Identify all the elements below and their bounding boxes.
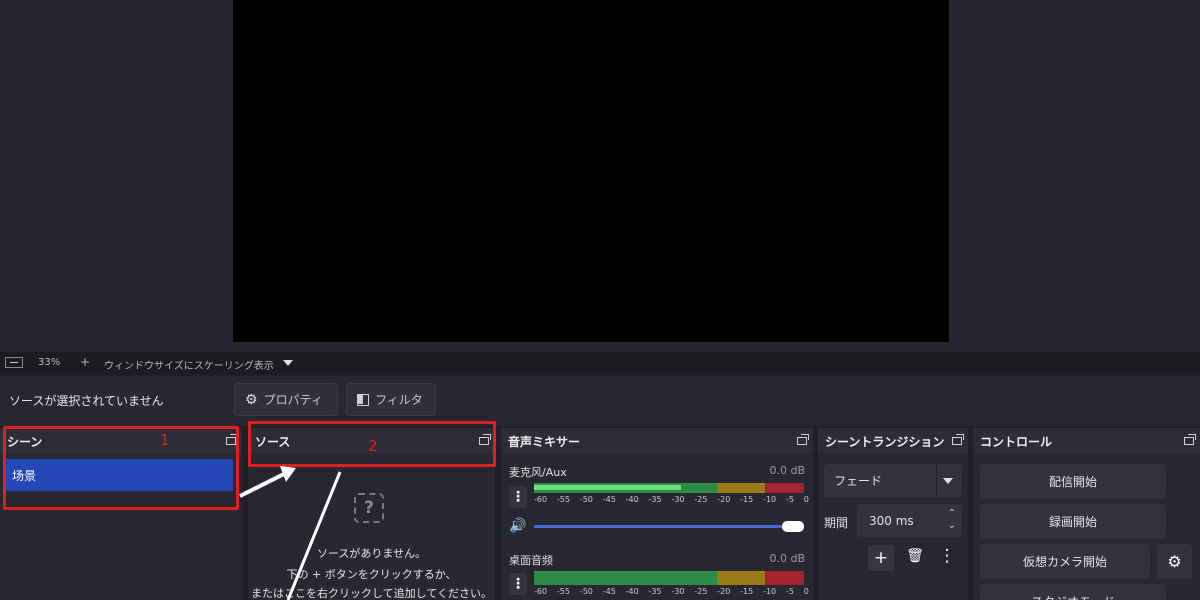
meter-tick-label: -30 (671, 495, 685, 504)
meter-tick-label: -55 (556, 495, 570, 504)
channel-db: 0.0 dB (769, 464, 805, 477)
undock-icon[interactable] (1184, 434, 1196, 445)
filters-button[interactable]: フィルタ (346, 383, 436, 416)
kebab-menu-icon[interactable]: ⋮ (936, 545, 958, 567)
duration-spinbox[interactable]: 300 ms ⌃ ⌄ (857, 504, 962, 537)
meter-tick-label: -60 (534, 587, 548, 596)
channel-name: 麦克风/Aux (509, 466, 567, 479)
meter-tick-label: -55 (556, 587, 570, 596)
add-transition-button[interactable]: + (868, 545, 894, 571)
meter-ticks: -60 -55 -50 -45 -40 -35 -30 -25 -20 -15 -10 -5 0 (534, 495, 809, 504)
controls-title: コントロール (980, 434, 1053, 449)
empty-sources-line3: またはここを右クリックして追加してください。 (250, 587, 492, 600)
duration-label: 期間 (824, 516, 849, 530)
preview-area (0, 0, 1200, 352)
meter-tick-label: -20 (717, 495, 731, 504)
empty-sources-line2: 下の + ボタンをクリックするか、 (286, 568, 457, 581)
trash-icon[interactable]: 🗑 (904, 545, 926, 567)
duration-value: 300 ms (869, 513, 914, 528)
channel-db: 0.0 dB (769, 552, 805, 565)
zoom-in-button[interactable]: + (80, 355, 90, 369)
transition-type: フェード (834, 474, 883, 488)
chevron-down-icon[interactable] (283, 360, 293, 366)
meter-tick-label: -60 (534, 495, 548, 504)
volume-slider-handle[interactable] (782, 521, 804, 532)
preview-canvas[interactable] (233, 0, 949, 342)
studio-mode-button[interactable]: スタジオモード (980, 584, 1166, 600)
chevron-down-icon (943, 478, 953, 484)
meter-tick-label: -45 (602, 495, 616, 504)
meter-ticks: -60 -55 -50 -45 -40 -35 -30 -25 -20 -15 -10 -5 0 (534, 587, 809, 596)
meter-tick-label: -15 (740, 587, 754, 596)
scale-mode-select[interactable]: ウィンドウサイズにスケーリング表示 (104, 357, 274, 372)
meter-tick-label: -35 (648, 495, 662, 504)
zoom-level: 33% (38, 357, 61, 368)
select-divider (936, 464, 937, 497)
mixer-header: 音声ミキサー (501, 428, 813, 454)
start-virtual-camera-button[interactable]: 仮想カメラ開始 (980, 544, 1150, 579)
empty-sources-line1: ソースがありません。 (316, 547, 427, 560)
meter-tick-label: -25 (694, 587, 708, 596)
meter-tick-label: -15 (740, 495, 754, 504)
kebab-menu-icon[interactable]: ⋮ (509, 573, 527, 595)
volume-meter (534, 571, 804, 585)
meter-tick-label: -10 (763, 495, 777, 504)
transitions-header: シーントランジション (818, 428, 968, 454)
meter-tick-label: -25 (694, 495, 708, 504)
properties-label: プロパティ (263, 393, 323, 407)
meter-tick-label: -20 (717, 587, 731, 596)
plus-icon: + (873, 548, 889, 568)
meter-tick-label: 0 (803, 495, 809, 504)
start-recording-button[interactable]: 録画開始 (980, 504, 1166, 539)
no-source-label: ソースが選択されていません (9, 394, 164, 408)
undock-icon[interactable] (952, 434, 964, 445)
zoom-bar: 33% + ウィンドウサイズにスケーリング表示 (0, 352, 1200, 374)
scene-transitions-dock: シーントランジション フェード 期間 300 ms ⌃ ⌄ + 🗑 ⋮ (818, 428, 968, 600)
meter-tick-label: -30 (671, 587, 685, 596)
annotation-number-1: 1 (160, 431, 170, 449)
gear-icon: ⚙ (245, 391, 258, 408)
meter-tick-label: -40 (625, 587, 639, 596)
help-icon: ? (354, 493, 384, 523)
zoom-out-button[interactable] (5, 357, 23, 368)
mixer-title: 音声ミキサー (508, 434, 581, 449)
start-streaming-button[interactable]: 配信開始 (980, 464, 1166, 499)
gear-icon[interactable]: ⚙ (1157, 544, 1192, 579)
meter-tick-label: -50 (579, 587, 593, 596)
kebab-menu-icon[interactable]: ⋮ (509, 486, 527, 508)
meter-tick-label: -10 (763, 587, 777, 596)
audio-mixer-dock: 音声ミキサー 麦克风/Aux 0.0 dB ⋮ -60 -55 -50 -45 -40-… (501, 428, 813, 600)
speaker-icon[interactable]: 🔊 (509, 518, 526, 534)
controls-dock: コントロール 配信開始 録画開始 仮想カメラ開始 ⚙ スタジオモード (973, 428, 1200, 600)
transition-select[interactable]: フェード (824, 464, 962, 497)
meter-level (534, 485, 681, 490)
meter-tick-label: -50 (579, 495, 593, 504)
properties-button[interactable]: ⚙ プロパティ (234, 383, 338, 416)
filters-label: フィルタ (375, 393, 423, 407)
transitions-title: シーントランジション (825, 434, 945, 449)
meter-tick-label: -5 (785, 587, 794, 596)
meter-tick-label: 0 (803, 587, 809, 596)
annotation-number-2: 2 (368, 437, 378, 455)
meter-tick-label: -35 (648, 587, 662, 596)
spin-arrows-icon[interactable]: ⌃ ⌄ (948, 508, 956, 532)
controls-header: コントロール (973, 428, 1200, 454)
obs-window: 33% + ウィンドウサイズにスケーリング表示 ソースが選択されていません ⚙ … (0, 0, 1200, 600)
meter-tick-label: -45 (602, 587, 616, 596)
annotation-box-scenes (3, 426, 239, 510)
channel-name: 桌面音频 (509, 554, 553, 567)
meter-tick-label: -40 (625, 495, 639, 504)
undock-icon[interactable] (797, 434, 809, 445)
context-bar: ソースが選択されていません ⚙ プロパティ フィルタ (0, 376, 1200, 426)
filter-icon (357, 393, 369, 406)
meter-tick-label: -5 (785, 495, 794, 504)
volume-slider[interactable] (534, 525, 802, 528)
